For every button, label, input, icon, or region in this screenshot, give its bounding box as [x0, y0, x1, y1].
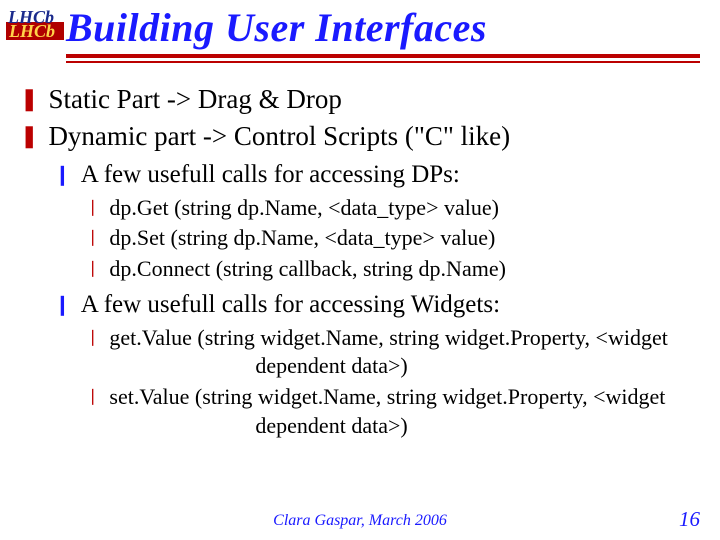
- bullet-text: dp.Get (string dp.Name, <data_type> valu…: [109, 194, 499, 223]
- footer-text: Clara Gaspar, March 2006: [0, 512, 720, 530]
- title-underline: [66, 54, 700, 63]
- bullet-text: set.Value (string widget.Name, string wi…: [109, 383, 702, 440]
- slide-body: ❚ Static Part -> Drag & Drop ❚ Dynamic p…: [20, 80, 702, 442]
- page-number: 16: [679, 507, 700, 532]
- bullet-lvl1: ❚ Static Part -> Drag & Drop: [20, 82, 702, 117]
- bullet-text: dp.Set (string dp.Name, <data_type> valu…: [109, 224, 495, 253]
- bullet-lvl2: ❙ A few usefull calls for accessing Widg…: [54, 289, 702, 322]
- bullet-text: A few usefull calls for accessing Widget…: [81, 289, 500, 322]
- slide-title: Building User Interfaces: [66, 4, 487, 51]
- bullet-icon: ❙: [54, 159, 71, 192]
- bullet-icon: ❚: [20, 82, 38, 117]
- bullet-text: get.Value (string widget.Name, string wi…: [109, 324, 702, 381]
- bullet-lvl3: ❘ dp.Set (string dp.Name, <data_type> va…: [86, 224, 702, 253]
- bullet-text: Static Part -> Drag & Drop: [48, 82, 341, 117]
- bullet-icon: ❘: [86, 255, 99, 284]
- logo-main-text: LHCb: [7, 7, 54, 27]
- bullet-icon: ❙: [54, 289, 71, 322]
- slide: LHCb LHCb Building User Interfaces ❚ Sta…: [0, 0, 720, 540]
- bullet-text: Dynamic part -> Control Scripts ("C" lik…: [48, 119, 510, 154]
- bullet-icon: ❘: [86, 383, 99, 440]
- bullet-lvl2: ❙ A few usefull calls for accessing DPs:: [54, 159, 702, 192]
- bullet-lvl3: ❘ dp.Get (string dp.Name, <data_type> va…: [86, 194, 702, 223]
- bullet-text: dp.Connect (string callback, string dp.N…: [109, 255, 506, 284]
- bullet-lvl3: ❘ set.Value (string widget.Name, string …: [86, 383, 702, 440]
- bullet-icon: ❚: [20, 119, 38, 154]
- bullet-lvl3: ❘ dp.Connect (string callback, string dp…: [86, 255, 702, 284]
- bullet-icon: ❘: [86, 224, 99, 253]
- bullet-icon: ❘: [86, 194, 99, 223]
- bullet-text: A few usefull calls for accessing DPs:: [81, 159, 460, 192]
- bullet-lvl1: ❚ Dynamic part -> Control Scripts ("C" l…: [20, 119, 702, 154]
- lhcb-logo: LHCb LHCb: [6, 6, 64, 40]
- bullet-icon: ❘: [86, 324, 99, 381]
- bullet-lvl3: ❘ get.Value (string widget.Name, string …: [86, 324, 702, 381]
